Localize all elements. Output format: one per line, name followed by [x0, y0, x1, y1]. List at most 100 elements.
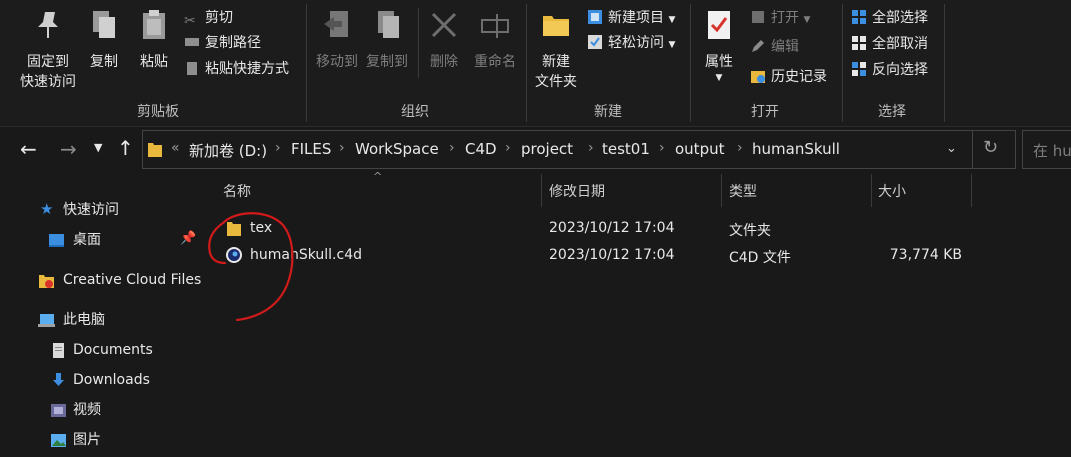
breadcrumb-test01[interactable]: test01: [602, 140, 650, 158]
pin-icon[interactable]: 📌: [180, 231, 196, 246]
recent-locations-chevron-icon[interactable]: ▼: [94, 141, 102, 154]
pictures-icon: [51, 434, 66, 447]
breadcrumb-separator-icon[interactable]: ›: [505, 140, 511, 156]
new-group-label: 新建: [594, 104, 622, 120]
properties-button[interactable]: 属性 ▼: [696, 8, 742, 84]
column-divider[interactable]: [541, 174, 542, 207]
search-placeholder: 在 hu: [1033, 142, 1071, 160]
nav-item-this-pc[interactable]: 此电脑: [63, 308, 105, 332]
address-history-chevron-icon[interactable]: ⌄: [946, 141, 957, 156]
pin-label-line2: 快速访问: [20, 74, 76, 90]
divider: [306, 4, 307, 122]
nav-item-downloads[interactable]: Downloads: [73, 368, 150, 392]
breadcrumb-workspace[interactable]: WorkSpace: [355, 140, 439, 158]
clipboard-group-label: 剪贴板: [137, 104, 179, 120]
videos-icon: [51, 404, 66, 417]
rename-icon: [481, 14, 509, 38]
organize-group-label: 组织: [401, 104, 429, 120]
select-none-button[interactable]: 全部取消: [851, 33, 928, 55]
copy-path-button[interactable]: 复制路径: [184, 32, 261, 54]
breadcrumb-output[interactable]: output: [675, 140, 724, 158]
search-box[interactable]: 在 hu: [1022, 130, 1071, 169]
copy-path-icon: [185, 38, 199, 46]
history-icon: [751, 71, 765, 83]
scissors-icon: ✂: [184, 13, 196, 29]
divider: [690, 4, 691, 122]
nav-item-documents[interactable]: Documents: [73, 338, 153, 362]
move-to-label: 移动到: [316, 54, 358, 70]
column-divider[interactable]: [871, 174, 872, 207]
easy-access-icon: [588, 35, 602, 49]
select-all-button[interactable]: 全部选择: [851, 7, 928, 29]
nav-item-quick-access[interactable]: 快速访问: [63, 198, 119, 222]
new-folder-button[interactable]: 新建 文件夹: [532, 8, 580, 92]
delete-button[interactable]: 删除: [424, 8, 464, 72]
rename-button[interactable]: 重命名: [468, 8, 522, 72]
dropdown-arrow-icon: ▼: [668, 40, 676, 50]
file-modified: 2023/10/12 17:04: [549, 220, 675, 236]
history-button[interactable]: 历史记录: [750, 66, 827, 88]
move-to-button[interactable]: 移动到: [312, 8, 362, 72]
new-folder-icon: [543, 16, 569, 36]
cut-button[interactable]: ✂ 剪切: [184, 7, 233, 29]
navigation-pane: ★ 快速访问 桌面 📌 Creative Cloud Files 此电脑 Doc…: [0, 170, 201, 457]
edit-button[interactable]: 编辑: [750, 36, 799, 58]
column-divider[interactable]: [971, 174, 972, 207]
breadcrumb-humanskull[interactable]: humanSkull: [752, 140, 840, 158]
new-folder-label-line1: 新建: [542, 54, 570, 70]
copy-to-icon: [378, 11, 399, 38]
breadcrumb-overflow[interactable]: «: [171, 140, 180, 156]
column-header-type[interactable]: 类型: [729, 181, 757, 201]
nav-item-pictures[interactable]: 图片: [73, 428, 101, 452]
documents-icon: [53, 343, 64, 358]
nav-item-videos[interactable]: 视频: [73, 398, 101, 422]
refresh-icon[interactable]: ↻: [983, 137, 998, 158]
breadcrumb-drive[interactable]: 新加卷 (D:): [189, 140, 267, 161]
column-header-name[interactable]: 名称: [223, 181, 251, 201]
up-arrow-icon[interactable]: ↑: [117, 136, 134, 160]
copy-button[interactable]: 复制: [84, 8, 124, 72]
open-button[interactable]: 打开 ▼: [750, 7, 810, 29]
select-group-label: 选择: [878, 104, 906, 120]
pin-to-quick-access-button[interactable]: 固定到 快速访问: [12, 8, 84, 92]
breadcrumb-separator-icon[interactable]: ›: [737, 140, 743, 156]
column-divider[interactable]: [721, 174, 722, 207]
back-arrow-icon[interactable]: ←: [20, 137, 37, 161]
paste-shortcut-icon: [187, 62, 197, 75]
copy-label: 复制: [90, 54, 118, 70]
sort-ascending-icon: ^: [373, 170, 383, 183]
breadcrumb-separator-icon[interactable]: ›: [588, 140, 594, 156]
column-header-size[interactable]: 大小: [878, 181, 906, 201]
copy-icon: [93, 11, 115, 38]
breadcrumb-files[interactable]: FILES: [291, 140, 331, 158]
address-bar[interactable]: « 新加卷 (D:) › FILES › WorkSpace › C4D › p…: [142, 130, 1016, 169]
breadcrumb-project[interactable]: project: [521, 140, 573, 158]
select-none-icon: [852, 36, 866, 50]
breadcrumb-separator-icon[interactable]: ›: [339, 140, 345, 156]
breadcrumb-c4d[interactable]: C4D: [465, 140, 497, 158]
paste-button[interactable]: 粘贴: [134, 8, 174, 72]
paste-shortcut-button[interactable]: 粘贴快捷方式: [184, 58, 289, 80]
pin-icon: [38, 12, 58, 38]
invert-selection-button[interactable]: 反向选择: [851, 59, 928, 81]
select-all-icon: [852, 10, 866, 24]
file-type: 文件夹: [729, 223, 771, 239]
breadcrumb-separator-icon[interactable]: ›: [659, 140, 665, 156]
file-row[interactable]: humanSkull.c4d 2023/10/12 17:04 C4D 文件 7…: [215, 243, 975, 269]
new-folder-label-line2: 文件夹: [535, 74, 577, 90]
copy-to-button[interactable]: 复制到: [362, 8, 412, 72]
nav-item-creative-cloud[interactable]: Creative Cloud Files: [63, 268, 201, 292]
forward-arrow-icon[interactable]: →: [60, 137, 77, 161]
column-header-modified[interactable]: 修改日期: [549, 181, 605, 201]
divider: [526, 4, 527, 122]
easy-access-button[interactable]: 轻松访问 ▼: [587, 32, 675, 54]
ribbon: 固定到 快速访问 复制 粘贴 ✂剪切 复制路径 粘贴快捷方式 剪贴板 移动到: [0, 0, 1071, 127]
breadcrumb-separator-icon[interactable]: ›: [449, 140, 455, 156]
breadcrumb-separator-icon[interactable]: ›: [275, 140, 281, 156]
star-icon: ★: [40, 200, 54, 218]
file-row[interactable]: tex 2023/10/12 17:04 文件夹: [215, 216, 975, 242]
annotation-circle: [208, 212, 294, 322]
new-item-button[interactable]: 新建项目 ▼: [587, 7, 675, 29]
this-pc-icon: [38, 314, 55, 327]
nav-item-desktop[interactable]: 桌面: [73, 228, 101, 252]
